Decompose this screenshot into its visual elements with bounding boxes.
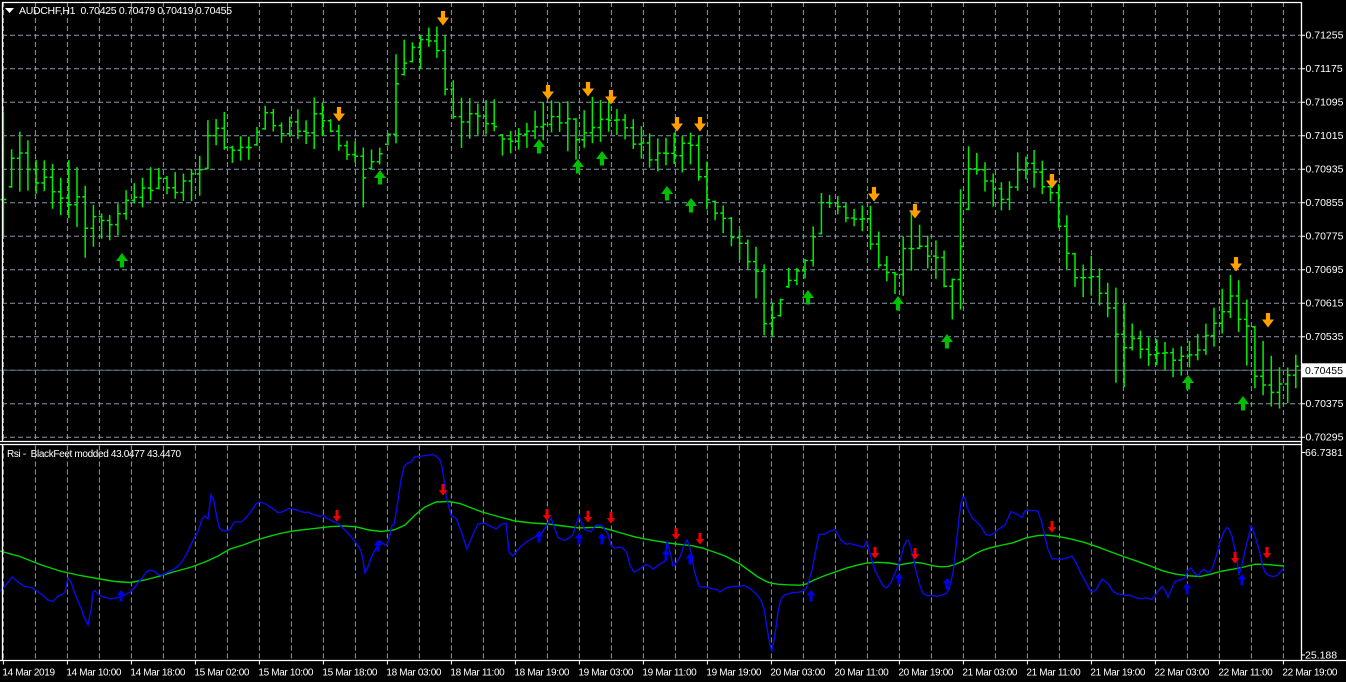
svg-text:0.71095: 0.71095 [1306, 97, 1344, 109]
svg-text:14 Mar 10:00: 14 Mar 10:00 [66, 668, 122, 679]
svg-text:21 Mar 19:00: 21 Mar 19:00 [1090, 668, 1146, 679]
svg-text:22 Mar 11:00: 22 Mar 11:00 [1218, 668, 1273, 679]
svg-text:15 Mar 02:00: 15 Mar 02:00 [194, 668, 250, 679]
svg-text:14 Mar 18:00: 14 Mar 18:00 [130, 668, 186, 679]
svg-text:25.188: 25.188 [1305, 650, 1337, 662]
svg-text:0.71255: 0.71255 [1306, 30, 1344, 42]
svg-text:21 Mar 03:00: 21 Mar 03:00 [962, 668, 1018, 679]
svg-text:0.70615: 0.70615 [1306, 298, 1344, 310]
svg-text:14 Mar 2019: 14 Mar 2019 [2, 668, 55, 679]
svg-text:0.70695: 0.70695 [1306, 264, 1344, 276]
svg-text:0.70775: 0.70775 [1306, 231, 1344, 243]
svg-text:15 Mar 10:00: 15 Mar 10:00 [258, 668, 314, 679]
svg-text:0.71175: 0.71175 [1306, 63, 1343, 75]
svg-text:0.70535: 0.70535 [1306, 331, 1344, 343]
svg-text:19 Mar 11:00: 19 Mar 11:00 [642, 668, 697, 679]
svg-text:0.71015: 0.71015 [1306, 130, 1344, 142]
svg-text:0.70935: 0.70935 [1306, 164, 1344, 176]
svg-text:0.70855: 0.70855 [1306, 197, 1344, 209]
svg-text:18 Mar 03:00: 18 Mar 03:00 [386, 668, 442, 679]
svg-text:21 Mar 11:00: 21 Mar 11:00 [1026, 668, 1081, 679]
svg-text:22 Mar 03:00: 22 Mar 03:00 [1154, 668, 1210, 679]
svg-text:20 Mar 19:00: 20 Mar 19:00 [898, 668, 954, 679]
svg-text:18 Mar 11:00: 18 Mar 11:00 [450, 668, 505, 679]
svg-text:20 Mar 03:00: 20 Mar 03:00 [770, 668, 826, 679]
svg-text:AUDCHF,H1 0.70425 0.70479 0.7: AUDCHF,H1 0.70425 0.70479 0.70419 0.7045… [19, 5, 232, 17]
svg-text:22 Mar 19:00: 22 Mar 19:00 [1282, 668, 1338, 679]
svg-text:0.70375: 0.70375 [1306, 398, 1344, 410]
svg-text:0.70455: 0.70455 [1305, 365, 1343, 377]
svg-text:20 Mar 11:00: 20 Mar 11:00 [834, 668, 889, 679]
svg-text:0.70295: 0.70295 [1306, 432, 1344, 444]
svg-text:Rsi - BlackFeet modded 43.047: Rsi - BlackFeet modded 43.0477 43.4470 [7, 449, 181, 460]
svg-text:15 Mar 18:00: 15 Mar 18:00 [322, 668, 378, 679]
svg-text:66.7381: 66.7381 [1305, 447, 1343, 459]
svg-text:19 Mar 19:00: 19 Mar 19:00 [706, 668, 762, 679]
svg-text:18 Mar 19:00: 18 Mar 19:00 [514, 668, 570, 679]
svg-text:19 Mar 03:00: 19 Mar 03:00 [578, 668, 634, 679]
